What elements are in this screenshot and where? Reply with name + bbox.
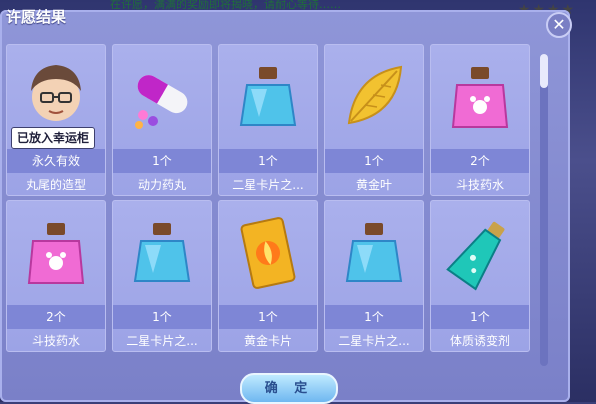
item-quantity: 1个 (325, 149, 423, 173)
item-cell[interactable]: 1个 体质诱变剂 (430, 200, 530, 352)
item-quantity: 1个 (113, 149, 211, 173)
item-name: 斗技药水 (31, 334, 80, 348)
item-name: 黄金叶 (355, 178, 392, 192)
item-cell[interactable]: 1个 黄金叶 (324, 44, 424, 196)
item-cell[interactable]: 1个 黄金卡片 (218, 200, 318, 352)
item-name: 黄金卡片 (243, 334, 292, 348)
item-quantity: 1个 (219, 305, 317, 329)
item-cell[interactable]: 1个 二星卡片之... (324, 200, 424, 352)
blue-potion-bottle-icon (219, 45, 317, 149)
confirm-button[interactable]: 确 定 (240, 373, 338, 404)
item-quantity: 2个 (431, 149, 529, 173)
item-name: 动力药丸 (137, 178, 186, 192)
pink-potion-bottle-icon (431, 45, 529, 149)
teal-flask-icon (431, 201, 529, 305)
golden-leaf-icon (325, 45, 423, 149)
blue-potion-bottle-icon (113, 201, 211, 305)
item-name: 斗技药水 (455, 178, 504, 192)
blue-potion-bottle-icon (325, 201, 423, 305)
item-name: 体质诱变剂 (449, 334, 510, 348)
scrollbar-thumb[interactable] (540, 54, 548, 88)
dialog-title: 许愿结果 (6, 8, 67, 26)
item-cell[interactable]: 2个 斗技药水 (6, 200, 106, 352)
item-quantity: 1个 (325, 305, 423, 329)
item-name: 二星卡片之... (338, 334, 410, 348)
item-cell[interactable]: 1个 二星卡片之... (218, 44, 318, 196)
item-cell[interactable]: 已放入幸运柜 永久有效 丸尾的造型 (6, 44, 106, 196)
wish-result-dialog: 许愿结果 已放入幸运柜 永久有效 丸尾的造型 1个 动力药丸 1个 二星卡片之.… (0, 8, 570, 402)
item-cell[interactable]: 2个 斗技药水 (430, 44, 530, 196)
item-grid-scrollbar[interactable] (540, 54, 548, 366)
item-quantity: 2个 (7, 305, 105, 329)
item-grid: 已放入幸运柜 永久有效 丸尾的造型 1个 动力药丸 1个 二星卡片之... 1个… (6, 44, 534, 368)
item-name: 二星卡片之... (126, 334, 198, 348)
item-cell[interactable]: 1个 动力药丸 (112, 44, 212, 196)
lucky-cabinet-badge: 已放入幸运柜 (11, 127, 96, 149)
item-quantity: 1个 (113, 305, 211, 329)
item-quantity: 1个 (219, 149, 317, 173)
background-banner-text: 在许愿，满满的奖励即将揭晓，请耐心等待…… (110, 0, 341, 10)
item-name: 二星卡片之... (232, 178, 304, 192)
item-quantity: 1个 (431, 305, 529, 329)
close-icon[interactable]: ✕ (546, 12, 572, 38)
item-name: 丸尾的造型 (25, 178, 86, 192)
item-cell[interactable]: 1个 二星卡片之... (112, 200, 212, 352)
golden-card-icon (219, 201, 317, 305)
pill-capsule-icon (113, 45, 211, 149)
item-quantity: 永久有效 (7, 149, 105, 173)
pink-potion-bottle-icon (7, 201, 105, 305)
